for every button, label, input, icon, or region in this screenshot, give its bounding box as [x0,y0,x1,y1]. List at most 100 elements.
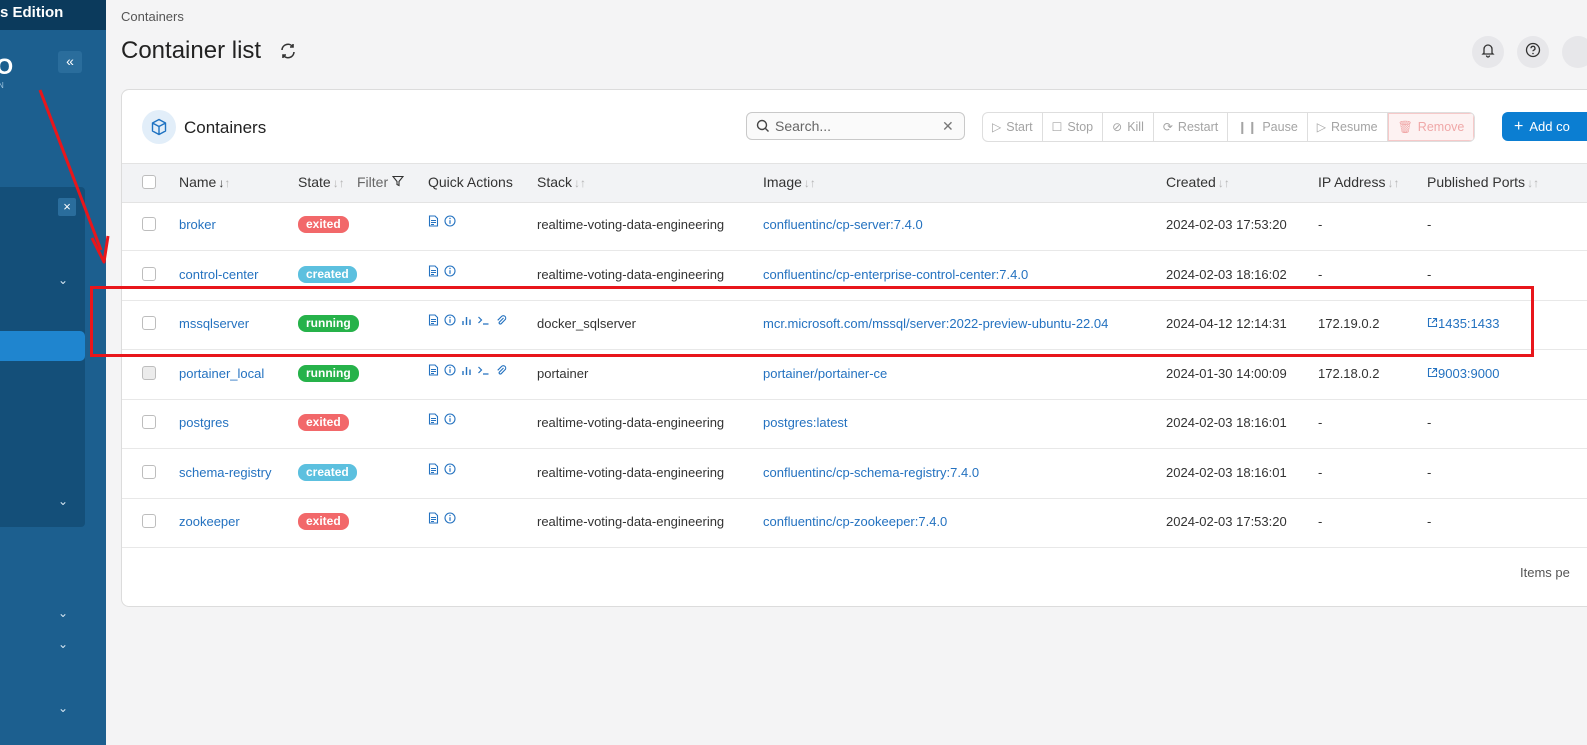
breadcrumb[interactable]: Containers [121,9,184,24]
inspect-icon[interactable] [444,413,456,428]
row-checkbox[interactable] [142,217,156,231]
ip-address-cell: - [1318,415,1323,430]
image-link[interactable]: postgres:latest [763,415,848,430]
plus-icon: + [1514,117,1524,135]
column-state[interactable]: State ↓↑ [298,174,345,190]
published-port-link[interactable]: 9003:9000 [1427,366,1499,381]
edition-label: s Edition [0,4,64,21]
search-input[interactable] [775,117,935,135]
sidebar-item-containers[interactable] [0,331,85,361]
page-title: Container list [121,37,262,64]
help-button[interactable] [1517,36,1549,68]
remove-button[interactable]: 🗑 Remove [1387,113,1475,141]
stop-button[interactable]: ☐ Stop [1043,113,1104,141]
row-checkbox[interactable] [142,514,156,528]
inspect-icon[interactable] [444,512,456,527]
chevron-down-icon[interactable]: ⌄ [58,606,68,620]
pause-icon: ❙❙ [1237,120,1258,134]
status-badge: exited [298,513,349,530]
row-checkbox[interactable] [142,415,156,429]
ip-address-cell: - [1318,514,1323,529]
column-stack[interactable]: Stack ↓↑ [537,174,586,190]
ban-icon: ⊘ [1112,120,1123,134]
published-ports-cell: - [1427,514,1432,529]
stack-cell: realtime-voting-data-engineering [537,415,725,430]
resume-button[interactable]: ▷ Resume [1308,113,1388,141]
container-actions: ▷ Start ☐ Stop ⊘ Kill ⟳ Restart ❙❙ Pause ▷ Res… [982,112,1476,142]
logo[interactable]: O [0,54,13,80]
inspect-icon[interactable] [444,264,456,280]
column-quick-actions: Quick Actions [428,174,513,190]
logs-icon[interactable] [428,413,439,428]
close-environment-button[interactable]: × [58,198,76,216]
quick-actions [428,462,456,478]
add-container-button[interactable]: + Add co [1502,112,1587,141]
quick-actions [428,215,456,230]
stack-cell: realtime-voting-data-engineering [537,217,725,232]
user-menu-button[interactable] [1562,36,1587,68]
row-checkbox[interactable] [142,266,156,281]
created-cell: 2024-02-03 18:16:01 [1166,464,1287,480]
image-link[interactable]: portainer/portainer-ce [763,366,887,381]
logs-icon[interactable] [428,264,439,280]
restart-button[interactable]: ⟳ Restart [1154,113,1229,141]
logs-icon[interactable] [428,462,439,478]
ip-address-cell: - [1318,464,1323,480]
search-box[interactable]: ✕ [746,112,965,140]
stack-cell: portainer [537,365,589,381]
logs-icon[interactable] [428,512,439,527]
stop-icon: ☐ [1051,120,1063,134]
kill-button[interactable]: ⊘ Kill [1103,113,1154,141]
container-name-link[interactable]: postgres [179,415,229,430]
image-link[interactable]: confluentinc/cp-enterprise-control-cente… [763,267,1028,282]
status-badge: created [298,265,357,283]
column-name[interactable]: Name ↓↑ [179,174,230,190]
restart-icon: ⟳ [1162,120,1173,134]
clear-search-icon[interactable]: ✕ [942,118,954,135]
chevron-down-icon[interactable]: ⌄ [58,273,68,287]
stack-cell: realtime-voting-data-engineering [537,464,725,480]
container-name-link[interactable]: zookeeper [179,514,240,529]
column-image[interactable]: Image ↓↑ [763,174,816,190]
chevron-down-icon[interactable]: ⌄ [58,701,68,715]
chevron-down-icon[interactable]: ⌄ [58,494,68,508]
image-link[interactable]: confluentinc/cp-server:7.4.0 [763,217,923,232]
image-link[interactable]: confluentinc/cp-schema-registry:7.4.0 [763,465,979,480]
column-created[interactable]: Created ↓↑ [1166,174,1230,190]
created-cell: 2024-01-30 14:00:09 [1166,365,1287,381]
container-name-link[interactable]: broker [179,217,216,232]
logo-subtitle: N [0,81,7,90]
refresh-icon[interactable] [279,42,297,65]
created-cell: 2024-02-03 18:16:02 [1166,266,1287,282]
container-name-link[interactable]: schema-registry [179,465,271,480]
quick-actions [428,512,456,527]
row-checkbox[interactable] [142,464,156,479]
logs-icon[interactable] [428,363,439,379]
logs-icon[interactable] [428,215,439,230]
select-all-checkbox[interactable] [142,175,156,189]
notifications-button[interactable] [1472,36,1504,68]
start-button[interactable]: ▷ Start [983,113,1043,141]
chevron-down-icon[interactable]: ⌄ [58,637,68,651]
row-checkbox[interactable] [142,365,156,380]
inspect-icon[interactable] [444,462,456,478]
status-badge: running [298,364,359,382]
filter-icon [391,174,405,190]
container-name-link[interactable]: portainer_local [179,366,264,381]
trash-icon: 🗑 [1397,120,1413,134]
column-published-ports[interactable]: Published Ports ↓↑ [1427,174,1539,190]
sort-icon: ↓↑ [803,176,816,190]
pause-button[interactable]: ❙❙ Pause [1228,113,1308,141]
console-icon[interactable] [477,364,490,379]
inspect-icon[interactable] [444,363,456,379]
image-link[interactable]: confluentinc/cp-zookeeper:7.4.0 [763,514,947,529]
cube-icon [142,110,176,144]
collapse-sidebar-button[interactable]: « [58,51,82,73]
inspect-icon[interactable] [444,215,456,230]
column-ip-address[interactable]: IP Address ↓↑ [1318,174,1399,190]
stats-icon[interactable] [461,364,472,379]
container-name-link[interactable]: control-center [179,267,258,282]
state-filter[interactable]: Filter [357,174,405,190]
attach-icon[interactable] [495,364,507,379]
sort-icon: ↓↑ [1387,176,1400,190]
